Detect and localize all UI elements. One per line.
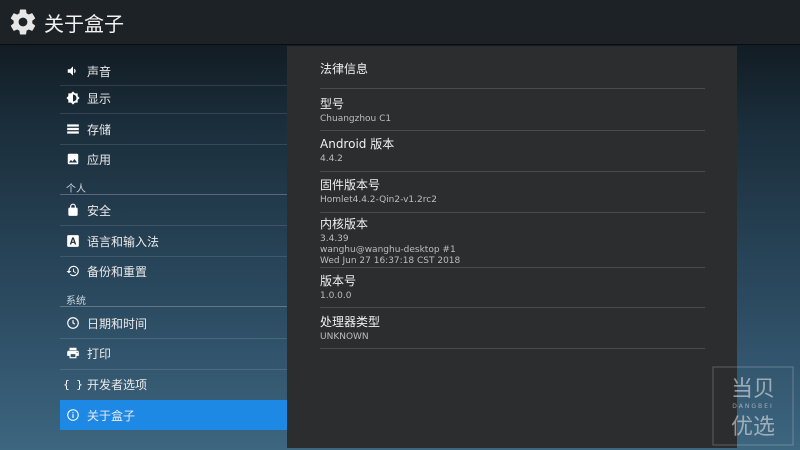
sidebar-item-display[interactable]: 显示 — [60, 83, 287, 113]
sidebar-item-label: 声音 — [87, 64, 112, 79]
firmware-version-row: 固件版本号 Homlet4.4.2-Qin2-v1.2rc2 — [320, 178, 705, 206]
processor-type-row: 处理器类型 UNKNOWN — [320, 315, 705, 343]
clock-icon — [66, 316, 80, 330]
kernel-version-row: 内核版本 3.4.39 wanghu@wanghu-desktop #1 Wed… — [320, 217, 705, 267]
divider — [320, 212, 705, 213]
sidebar-item-label: 打印 — [87, 346, 112, 361]
sidebar-item-label: 安全 — [87, 203, 112, 218]
keyboard-icon — [66, 234, 80, 248]
section-header-system: 系统 — [66, 296, 86, 307]
brightness-icon — [66, 91, 80, 105]
sidebar-item-label: 应用 — [87, 152, 112, 167]
sidebar-item-print[interactable]: 打印 — [60, 338, 287, 368]
section-divider — [60, 306, 287, 307]
processor-type-label: 处理器类型 — [320, 315, 381, 329]
android-version-label: Android 版本 — [320, 137, 395, 151]
page-title: 关于盒子 — [44, 11, 124, 36]
android-version-value: 4.4.2 — [320, 154, 343, 164]
kernel-build-date: Wed Jun 27 16:37:18 CST 2018 — [320, 256, 461, 266]
sidebar-item-developer-options[interactable]: { } 开发者选项 — [60, 369, 287, 399]
sidebar-item-label: 语言和输入法 — [87, 234, 160, 249]
sidebar-item-label: 开发者选项 — [87, 377, 148, 392]
info-icon — [66, 408, 80, 422]
gear-icon — [10, 9, 36, 35]
firmware-version-label: 固件版本号 — [320, 178, 381, 192]
title-bar: 关于盒子 — [0, 0, 800, 44]
divider — [320, 88, 705, 89]
sidebar-item-about-box[interactable]: 关于盒子 — [60, 400, 287, 430]
model-value: Chuangzhou C1 — [320, 114, 392, 124]
braces-icon: { } — [63, 377, 83, 391]
kernel-build-user: wanghu@wanghu-desktop #1 — [320, 245, 456, 255]
sidebar-item-security[interactable]: 安全 — [60, 195, 287, 225]
apps-icon — [66, 152, 80, 166]
model-row: 型号 Chuangzhou C1 — [320, 97, 705, 125]
sidebar-item-label: 日期和时间 — [87, 316, 148, 331]
android-version-row: Android 版本 4.4.2 — [320, 137, 705, 165]
kernel-version-label: 内核版本 — [320, 217, 369, 231]
section-header-personal: 个人 — [66, 184, 86, 195]
sidebar-item-backup-reset[interactable]: 备份和重置 — [60, 256, 287, 286]
divider — [320, 171, 705, 172]
sidebar-item-label: 存储 — [87, 122, 112, 137]
sidebar-item-apps[interactable]: 应用 — [60, 144, 287, 174]
legal-info-row[interactable]: 法律信息 — [320, 62, 705, 77]
divider — [320, 348, 705, 349]
sidebar-item-language-input[interactable]: 语言和输入法 — [60, 226, 287, 256]
build-number-value: 1.0.0.0 — [320, 291, 352, 301]
about-panel: 法律信息 型号 Chuangzhou C1 Android 版本 4.4.2 固… — [287, 46, 737, 448]
sidebar-item-storage[interactable]: 存储 — [60, 114, 287, 144]
kernel-version-line: 3.4.39 — [320, 234, 349, 244]
firmware-version-value: Homlet4.4.2-Qin2-v1.2rc2 — [320, 195, 437, 205]
sidebar-item-sound[interactable]: 声音 — [60, 56, 287, 86]
sidebar-item-label: 备份和重置 — [87, 264, 148, 279]
build-number-row[interactable]: 版本号 1.0.0.0 — [320, 274, 705, 302]
watermark-mid: DANGBEI — [732, 403, 773, 410]
model-label: 型号 — [320, 97, 345, 111]
divider — [320, 267, 705, 268]
build-number-label: 版本号 — [320, 274, 357, 288]
lock-icon — [66, 203, 80, 217]
sidebar-item-label: 显示 — [87, 91, 112, 106]
sidebar-item-date-time[interactable]: 日期和时间 — [60, 308, 287, 338]
restore-icon — [66, 264, 80, 278]
watermark-top: 当贝 — [731, 377, 775, 402]
sidebar-item-label: 关于盒子 — [87, 408, 136, 423]
speaker-icon — [66, 64, 80, 78]
watermark-bottom: 优选 — [731, 415, 775, 440]
divider — [320, 130, 705, 131]
divider — [320, 307, 705, 308]
printer-icon — [66, 346, 80, 360]
processor-type-value: UNKNOWN — [320, 332, 369, 342]
legal-info-label: 法律信息 — [320, 62, 369, 76]
storage-icon — [66, 122, 80, 136]
dangbei-watermark-logo: 当贝 DANGBEI 优选 — [712, 366, 794, 446]
